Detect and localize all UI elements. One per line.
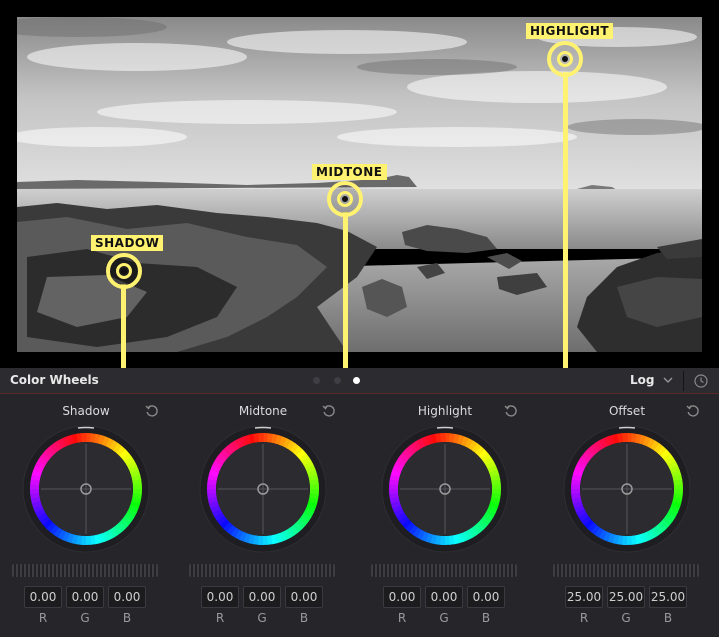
landscape-image [17, 17, 702, 352]
channel-label-g: G [80, 611, 90, 625]
midtone-marker-line [343, 212, 348, 368]
reset-icon[interactable] [685, 403, 701, 419]
midtone-marker-ring[interactable] [327, 181, 363, 217]
channel-label-b: B [481, 611, 491, 625]
reset-icon[interactable] [503, 403, 519, 419]
page-dot-1[interactable] [313, 377, 320, 384]
value-field-r[interactable]: 0.00 [24, 586, 62, 608]
value-field-g[interactable]: 25.00 [607, 586, 645, 608]
midtone-marker-label: MIDTONE [312, 164, 387, 180]
reset-icon[interactable] [144, 403, 160, 419]
master-wheel-highlight[interactable] [371, 564, 517, 577]
mode-dropdown[interactable]: Log [630, 373, 654, 387]
panel-header: Color Wheels Log [0, 368, 719, 394]
channel-label-r: R [397, 611, 407, 625]
color-wheels-panel: Color Wheels Log Shadow 0.00 R 0.00 G 0.00 B Mi… [0, 368, 719, 637]
highlight-marker-line [563, 72, 568, 368]
shadow-marker-line [121, 284, 126, 368]
panel-title: Color Wheels [10, 373, 99, 387]
channel-label-b: B [122, 611, 132, 625]
wheel-column-shadow: Shadow 0.00 R 0.00 G 0.00 B [0, 394, 182, 637]
header-divider [683, 371, 684, 391]
channel-label-g: G [257, 611, 267, 625]
master-wheel-offset[interactable] [553, 564, 699, 577]
value-field-b[interactable]: 25.00 [649, 586, 687, 608]
master-wheel-midtone[interactable] [189, 564, 335, 577]
channel-label-g: G [439, 611, 449, 625]
shadow-marker-ring[interactable] [106, 253, 142, 289]
reset-icon[interactable] [321, 403, 337, 419]
value-field-r[interactable]: 0.00 [201, 586, 239, 608]
channel-label-g: G [621, 611, 631, 625]
color-wheel-highlight[interactable] [380, 424, 510, 554]
value-field-b[interactable]: 0.00 [285, 586, 323, 608]
page-dot-3[interactable] [353, 377, 360, 384]
value-field-g[interactable]: 0.00 [425, 586, 463, 608]
image-viewer: SHADOW MIDTONE HIGHLIGHT [0, 0, 719, 368]
highlight-marker-ring[interactable] [547, 41, 583, 77]
channel-label-r: R [579, 611, 589, 625]
value-field-b[interactable]: 0.00 [108, 586, 146, 608]
viewer-frame [17, 17, 702, 352]
wheel-column-offset: Offset 25.00 R 25.00 G 25.00 B [541, 394, 719, 637]
channel-label-r: R [38, 611, 48, 625]
channel-label-b: B [299, 611, 309, 625]
master-wheel-shadow[interactable] [12, 564, 158, 577]
shadow-marker-label: SHADOW [91, 235, 164, 251]
wheel-column-midtone: Midtone 0.00 R 0.00 G 0.00 B [177, 394, 359, 637]
wheel-column-highlight: Highlight 0.00 R 0.00 G 0.00 B [359, 394, 541, 637]
value-field-g[interactable]: 0.00 [243, 586, 281, 608]
value-field-r[interactable]: 0.00 [383, 586, 421, 608]
color-wheel-offset[interactable] [562, 424, 692, 554]
channel-label-b: B [663, 611, 673, 625]
channel-label-r: R [215, 611, 225, 625]
value-field-r[interactable]: 25.00 [565, 586, 603, 608]
panel-reset-icon[interactable] [693, 373, 709, 389]
color-wheel-shadow[interactable] [21, 424, 151, 554]
highlight-marker-label: HIGHLIGHT [526, 23, 614, 39]
color-wheel-midtone[interactable] [198, 424, 328, 554]
page-dot-2[interactable] [334, 377, 341, 384]
chevron-down-icon[interactable] [663, 375, 673, 385]
value-field-b[interactable]: 0.00 [467, 586, 505, 608]
value-field-g[interactable]: 0.00 [66, 586, 104, 608]
